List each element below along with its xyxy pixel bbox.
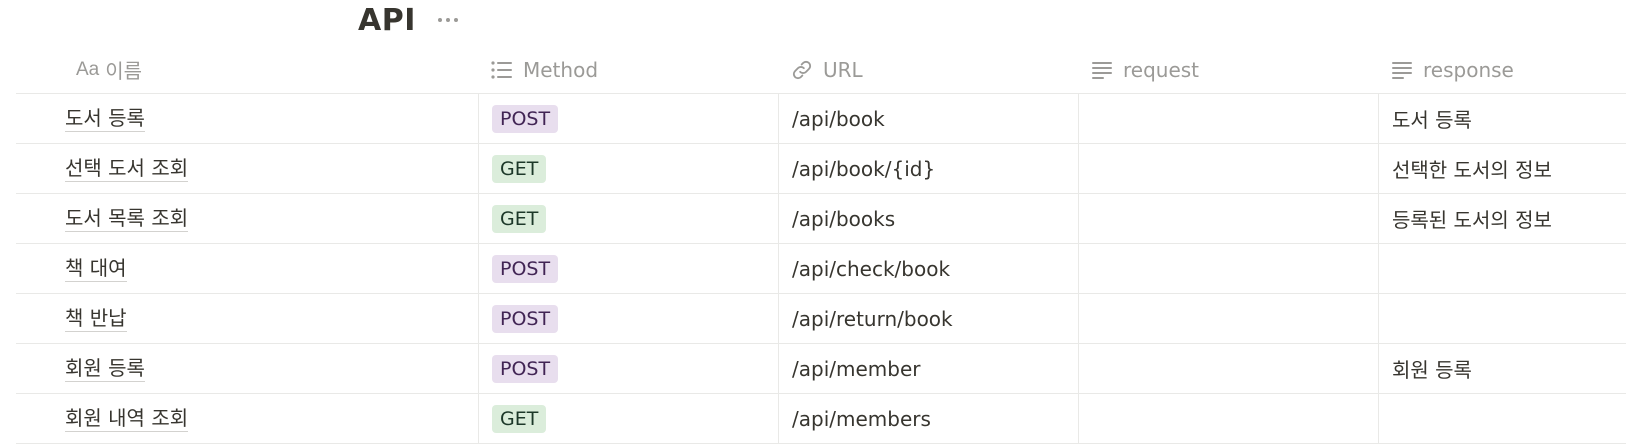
row-response: 도서 등록 xyxy=(1392,108,1472,132)
column-header-response[interactable]: response xyxy=(1378,46,1626,93)
name-cell[interactable]: 회원 내역 조회 xyxy=(16,394,478,443)
request-cell[interactable] xyxy=(1078,244,1378,293)
column-header-label: response xyxy=(1423,57,1514,82)
text-icon xyxy=(1091,60,1113,80)
method-tag: POST xyxy=(492,304,559,333)
method-cell[interactable]: POST xyxy=(478,94,778,143)
url-cell[interactable]: /api/book xyxy=(778,94,1078,143)
row-url: /api/return/book xyxy=(792,306,953,331)
column-header-name[interactable]: Aa 이름 xyxy=(16,46,478,93)
table-row[interactable]: 도서 등록 POST /api/book 도서 등록 xyxy=(16,94,1626,144)
column-header-label: URL xyxy=(823,57,863,82)
column-header-method[interactable]: Method xyxy=(478,46,778,93)
method-cell[interactable]: GET xyxy=(478,394,778,443)
row-response: 등록된 도서의 정보 xyxy=(1392,208,1552,232)
title-icon: Aa xyxy=(76,58,100,80)
table-row[interactable]: 회원 내역 조회 GET /api/members xyxy=(16,394,1626,444)
response-cell[interactable]: 선택한 도서의 정보 xyxy=(1378,144,1626,193)
name-cell[interactable]: 책 대여 xyxy=(16,244,478,293)
row-name[interactable]: 선택 도서 조회 xyxy=(65,156,189,182)
name-cell[interactable]: 회원 등록 xyxy=(16,344,478,393)
table-row[interactable]: 선택 도서 조회 GET /api/book/{id} 선택한 도서의 정보 xyxy=(16,144,1626,194)
response-cell[interactable]: 도서 등록 xyxy=(1378,94,1626,143)
method-tag: POST xyxy=(492,354,559,383)
request-cell[interactable] xyxy=(1078,294,1378,343)
url-cell[interactable]: /api/members xyxy=(778,394,1078,443)
column-header-url[interactable]: URL xyxy=(778,46,1078,93)
row-name[interactable]: 회원 등록 xyxy=(65,356,145,382)
method-cell[interactable]: POST xyxy=(478,344,778,393)
url-cell[interactable]: /api/books xyxy=(778,194,1078,243)
method-tag: GET xyxy=(492,404,547,433)
url-cell[interactable]: /api/book/{id} xyxy=(778,144,1078,193)
text-icon xyxy=(1391,60,1413,80)
row-url: /api/books xyxy=(792,206,896,231)
database-table: Aa 이름 Method URL request response 도서 등록 … xyxy=(16,46,1626,444)
url-cell[interactable]: /api/return/book xyxy=(778,294,1078,343)
method-tag: POST xyxy=(492,254,559,283)
column-header-label: Method xyxy=(523,57,599,82)
row-name[interactable]: 도서 등록 xyxy=(65,106,145,132)
url-cell[interactable]: /api/check/book xyxy=(778,244,1078,293)
row-name[interactable]: 책 반납 xyxy=(65,306,127,332)
response-cell[interactable] xyxy=(1378,294,1626,343)
name-cell[interactable]: 선택 도서 조회 xyxy=(16,144,478,193)
name-cell[interactable]: 도서 목록 조회 xyxy=(16,194,478,243)
method-tag: GET xyxy=(492,204,547,233)
request-cell[interactable] xyxy=(1078,94,1378,143)
request-cell[interactable] xyxy=(1078,194,1378,243)
column-header-label: 이름 xyxy=(105,59,143,83)
response-cell[interactable] xyxy=(1378,394,1626,443)
response-cell[interactable]: 등록된 도서의 정보 xyxy=(1378,194,1626,243)
more-options-icon[interactable] xyxy=(436,14,460,26)
response-cell[interactable] xyxy=(1378,244,1626,293)
list-icon xyxy=(491,60,513,80)
row-url: /api/book/{id} xyxy=(792,156,936,181)
request-cell[interactable] xyxy=(1078,394,1378,443)
url-cell[interactable]: /api/member xyxy=(778,344,1078,393)
name-cell[interactable]: 도서 등록 xyxy=(16,94,478,143)
page-header: API xyxy=(358,0,460,40)
row-name[interactable]: 회원 내역 조회 xyxy=(65,406,189,432)
row-response: 회원 등록 xyxy=(1392,358,1472,382)
row-response: 선택한 도서의 정보 xyxy=(1392,158,1552,182)
request-cell[interactable] xyxy=(1078,144,1378,193)
row-url: /api/book xyxy=(792,106,885,131)
column-header-label: request xyxy=(1123,57,1200,82)
row-url: /api/member xyxy=(792,356,921,381)
name-cell[interactable]: 책 반납 xyxy=(16,294,478,343)
table-row[interactable]: 책 반납 POST /api/return/book xyxy=(16,294,1626,344)
row-name[interactable]: 도서 목록 조회 xyxy=(65,206,189,232)
method-cell[interactable]: POST xyxy=(478,244,778,293)
row-url: /api/check/book xyxy=(792,256,951,281)
response-cell[interactable]: 회원 등록 xyxy=(1378,344,1626,393)
table-row[interactable]: 도서 목록 조회 GET /api/books 등록된 도서의 정보 xyxy=(16,194,1626,244)
method-tag: POST xyxy=(492,104,559,133)
request-cell[interactable] xyxy=(1078,344,1378,393)
method-cell[interactable]: GET xyxy=(478,144,778,193)
row-url: /api/members xyxy=(792,406,931,431)
page-title: API xyxy=(358,2,416,38)
column-header-request[interactable]: request xyxy=(1078,46,1378,93)
method-cell[interactable]: POST xyxy=(478,294,778,343)
table-row[interactable]: 책 대여 POST /api/check/book xyxy=(16,244,1626,294)
table-header: Aa 이름 Method URL request response xyxy=(16,46,1626,94)
link-icon xyxy=(791,60,813,80)
method-tag: GET xyxy=(492,154,547,183)
row-name[interactable]: 책 대여 xyxy=(65,256,127,282)
method-cell[interactable]: GET xyxy=(478,194,778,243)
table-row[interactable]: 회원 등록 POST /api/member 회원 등록 xyxy=(16,344,1626,394)
